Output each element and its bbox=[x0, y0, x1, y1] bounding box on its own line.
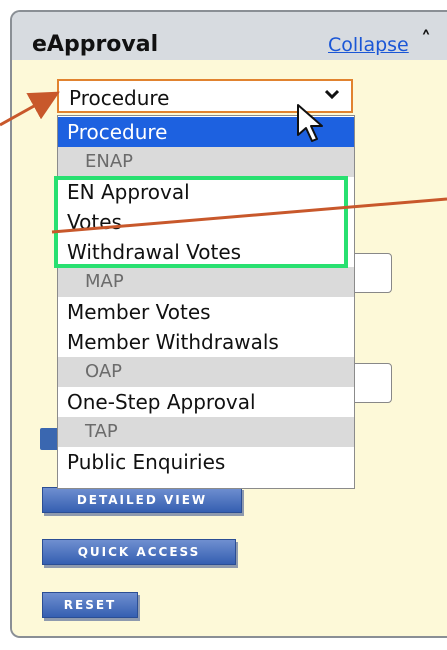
option-en-approval[interactable]: EN Approval bbox=[58, 177, 354, 207]
option-withdrawal-votes[interactable]: Withdrawal Votes bbox=[58, 237, 354, 267]
quick-access-button[interactable]: QUICK ACCESS bbox=[42, 539, 236, 565]
optgroup-enap: ENAP bbox=[58, 147, 354, 177]
reset-button[interactable]: RESET bbox=[42, 592, 138, 618]
select-value: Procedure bbox=[69, 86, 170, 110]
option-member-votes[interactable]: Member Votes bbox=[58, 297, 354, 327]
option-votes[interactable]: Votes bbox=[58, 207, 354, 237]
panel-header: eApproval Collapse ˄ bbox=[12, 12, 447, 60]
double-chevron-up-icon[interactable]: ˄ bbox=[421, 29, 431, 49]
collapse-link[interactable]: Collapse bbox=[328, 34, 409, 56]
detailed-view-button[interactable]: DETAILED VIEW bbox=[42, 487, 242, 513]
option-one-step-approval[interactable]: One-Step Approval bbox=[58, 387, 354, 417]
option-public-enquiries[interactable]: Public Enquiries bbox=[58, 447, 354, 477]
option-member-withdrawals[interactable]: Member Withdrawals bbox=[58, 327, 354, 357]
procedure-dropdown-list: Procedure ENAP EN Approval Votes Withdra… bbox=[57, 115, 355, 489]
optgroup-oap: OAP bbox=[58, 357, 354, 387]
chevron-down-icon bbox=[325, 89, 339, 100]
optgroup-tap: TAP bbox=[58, 417, 354, 447]
optgroup-map: MAP bbox=[58, 267, 354, 297]
panel-title: eApproval bbox=[32, 32, 159, 57]
mouse-pointer-icon bbox=[297, 104, 323, 142]
